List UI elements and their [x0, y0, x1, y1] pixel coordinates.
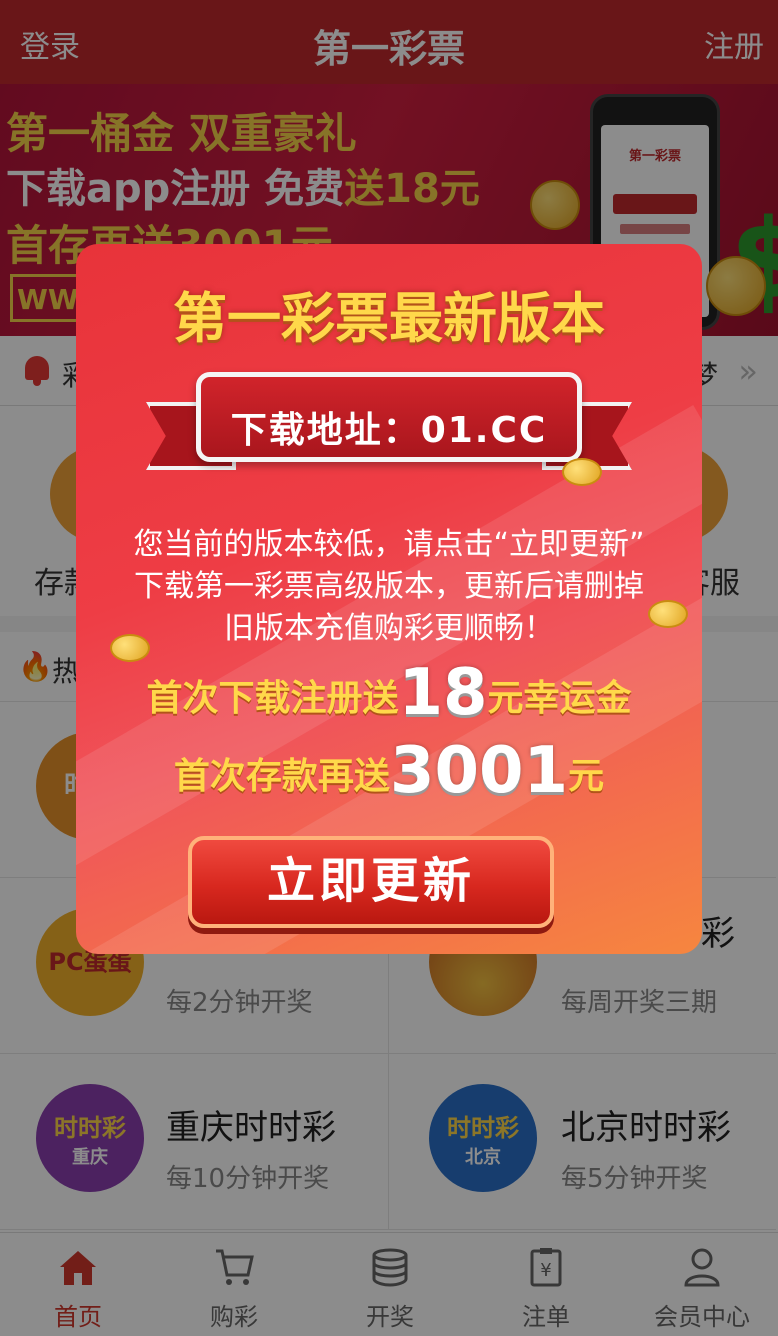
coin-icon	[562, 458, 602, 486]
update-message: 您当前的版本较低，请点击“立即更新” 下载第一彩票高级版本，更新后请删掉 旧版本…	[133, 527, 645, 646]
promo-deposit: 首次存款再送3001元	[173, 734, 605, 808]
download-ribbon: 下载地址：01.CC	[146, 362, 632, 472]
app-page: 登录 第一彩票 注册 第一桶金 双重豪礼 下载app注册 免费送18元 首存再送…	[0, 0, 778, 1336]
update-now-button[interactable]: 立即更新	[188, 836, 554, 928]
promo-register: 首次下载注册送18元幸运金	[146, 656, 632, 730]
popup-title: 第一彩票最新版本	[173, 287, 605, 350]
download-address: 下载地址：01.CC	[230, 410, 548, 451]
update-popup: 第一彩票最新版本 下载地址：01.CC 您当前的版本较低，请点击“立即更新” 下…	[76, 244, 702, 954]
